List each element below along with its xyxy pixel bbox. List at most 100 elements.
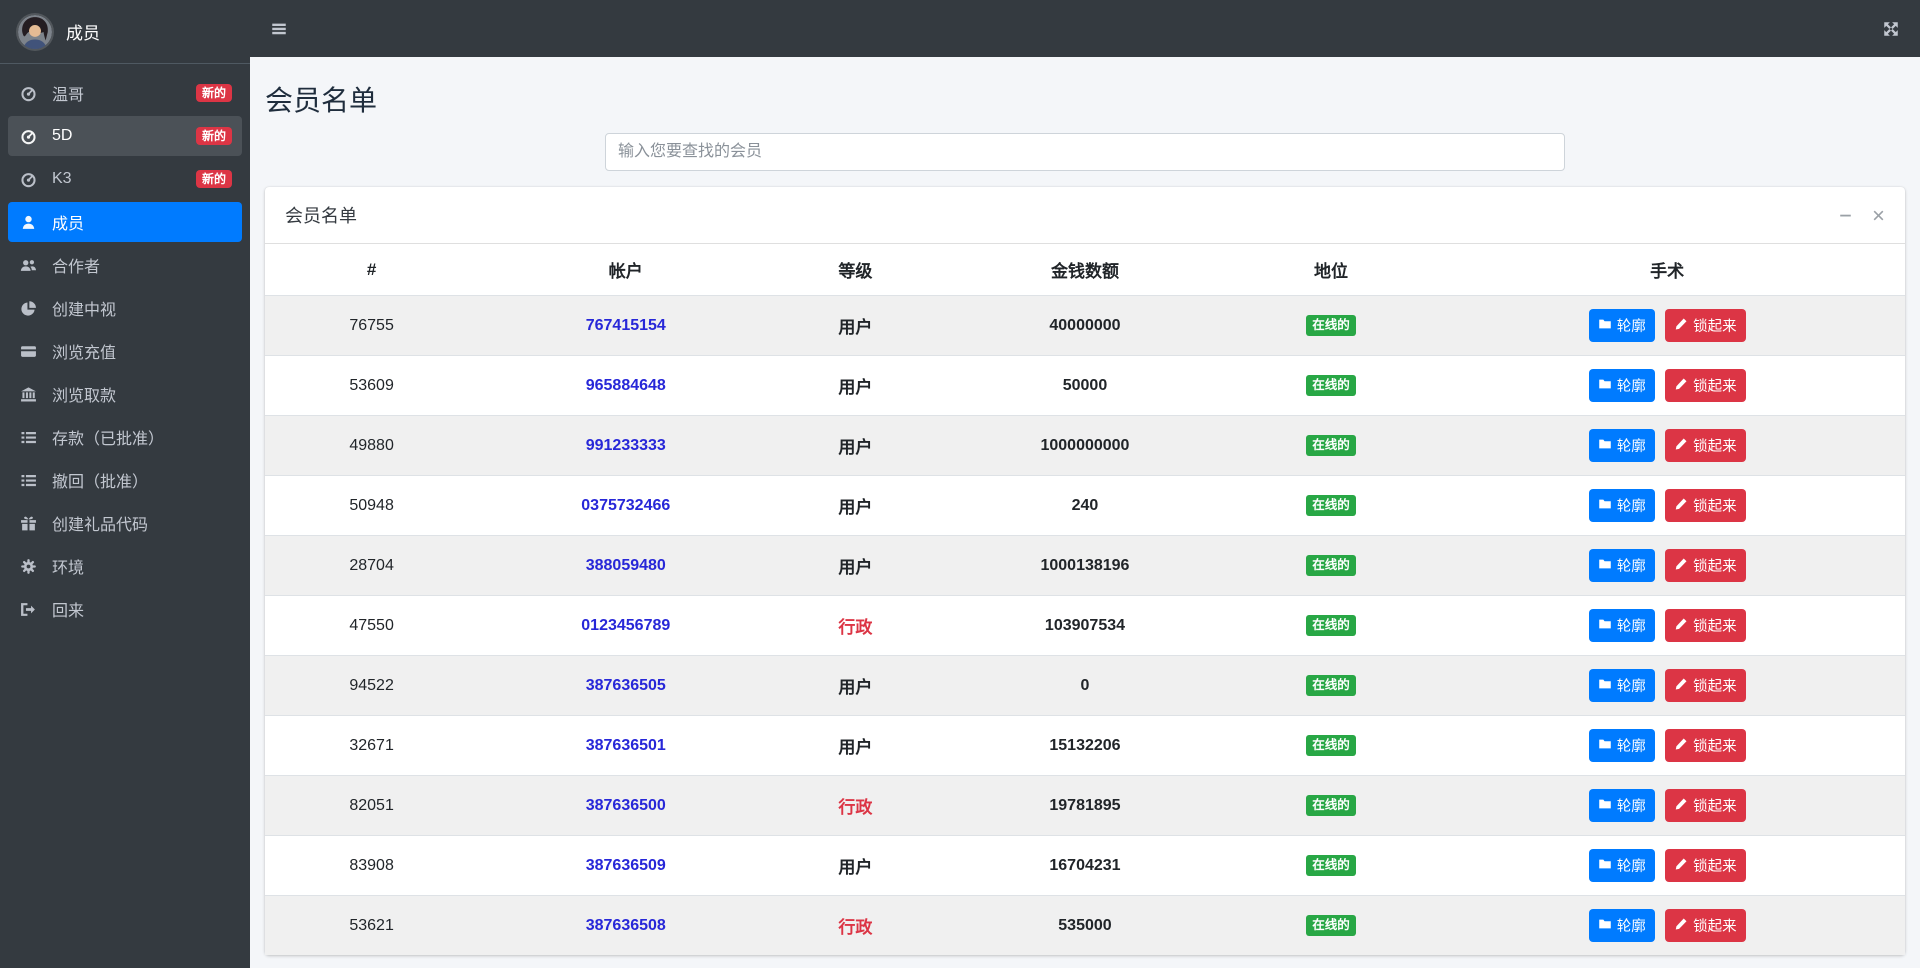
- member-level: 行政: [773, 895, 938, 955]
- folder-icon: [1598, 917, 1612, 935]
- account-link[interactable]: 387636505: [586, 677, 666, 694]
- pencil-icon: [1674, 617, 1688, 635]
- sidebar-brand[interactable]: 成员: [0, 0, 250, 64]
- sidebar-item-合作者[interactable]: 合作者: [8, 245, 242, 285]
- status-badge: 在线的: [1306, 615, 1356, 636]
- account-link[interactable]: 0375732466: [581, 497, 670, 514]
- account-link[interactable]: 0123456789: [581, 617, 670, 634]
- profile-button[interactable]: 轮廓: [1588, 609, 1655, 642]
- hamburger-menu-icon[interactable]: [270, 20, 288, 38]
- new-badge: 新的: [195, 170, 232, 188]
- profile-button[interactable]: 轮廓: [1588, 309, 1655, 342]
- lock-button[interactable]: 锁起来: [1665, 729, 1746, 762]
- member-table: # 帐户 等级 金钱数额 地位 手术 76755 767415154 用户 40…: [265, 244, 1905, 955]
- lock-button[interactable]: 锁起来: [1665, 849, 1746, 882]
- minimize-icon[interactable]: [1839, 209, 1852, 222]
- sidebar-item-存款（已批准）[interactable]: 存款（已批准）: [8, 417, 242, 457]
- member-amount: 535000: [937, 895, 1233, 955]
- sidebar-item-温哥[interactable]: 温哥 新的: [8, 73, 242, 113]
- lock-button[interactable]: 锁起来: [1665, 369, 1746, 402]
- sidebar-item-浏览充值[interactable]: 浏览充值: [8, 331, 242, 371]
- bank-icon: [18, 386, 39, 403]
- status-badge: 在线的: [1306, 315, 1356, 336]
- member-level: 用户: [773, 355, 938, 416]
- new-badge: 新的: [195, 84, 232, 102]
- lock-button[interactable]: 锁起来: [1665, 669, 1746, 702]
- profile-button[interactable]: 轮廓: [1588, 549, 1655, 582]
- member-level: 用户: [773, 475, 938, 536]
- status-badge: 在线的: [1306, 795, 1356, 816]
- account-link[interactable]: 767415154: [586, 317, 666, 334]
- sidebar-item-K3[interactable]: K3 新的: [8, 159, 242, 199]
- member-search-input[interactable]: [605, 133, 1565, 171]
- list-icon: [18, 472, 39, 489]
- profile-button[interactable]: 轮廓: [1588, 669, 1655, 702]
- member-id: 28704: [265, 535, 479, 596]
- table-row: 76755 767415154 用户 40000000 在线的 轮廓 锁起来: [265, 295, 1905, 356]
- table-row: 94522 387636505 用户 0 在线的 轮廓 锁起来: [265, 655, 1905, 716]
- page-title: 会员名单: [265, 85, 378, 116]
- credit-card-icon: [18, 343, 39, 360]
- sidebar-item-创建礼品代码[interactable]: 创建礼品代码: [8, 503, 242, 543]
- member-amount: 15132206: [937, 715, 1233, 776]
- profile-button[interactable]: 轮廓: [1588, 429, 1655, 462]
- sidebar-item-浏览取款[interactable]: 浏览取款: [8, 374, 242, 414]
- account-link[interactable]: 387636501: [586, 737, 666, 754]
- table-row: 53609 965884648 用户 50000 在线的 轮廓 锁起来: [265, 355, 1905, 416]
- account-link[interactable]: 965884648: [586, 377, 666, 394]
- new-badge: 新的: [195, 127, 232, 145]
- folder-icon: [1598, 617, 1612, 635]
- account-link[interactable]: 387636500: [586, 797, 666, 814]
- sidebar: 成员 温哥 新的 5D 新的 K3 新的 成员 合作者 创建中视 浏览充值 浏览…: [0, 0, 250, 968]
- fullscreen-expand-icon[interactable]: [1882, 20, 1900, 38]
- account-link[interactable]: 387636509: [586, 857, 666, 874]
- member-table-body: 76755 767415154 用户 40000000 在线的 轮廓 锁起来 5…: [265, 295, 1905, 955]
- close-icon[interactable]: [1872, 209, 1885, 222]
- profile-button[interactable]: 轮廓: [1588, 849, 1655, 882]
- table-header-row: # 帐户 等级 金钱数额 地位 手术: [265, 244, 1905, 296]
- profile-button[interactable]: 轮廓: [1588, 909, 1655, 942]
- account-link[interactable]: 388059480: [586, 557, 666, 574]
- sidebar-item-撤回（批准）[interactable]: 撤回（批准）: [8, 460, 242, 500]
- profile-button[interactable]: 轮廓: [1588, 489, 1655, 522]
- member-level: 用户: [773, 835, 938, 896]
- member-id: 53621: [265, 895, 479, 955]
- header-status: 地位: [1313, 262, 1348, 281]
- lock-button[interactable]: 锁起来: [1665, 609, 1746, 642]
- gear-icon: [18, 558, 39, 575]
- table-row: 49880 991233333 用户 1000000000 在线的 轮廓 锁起来: [265, 415, 1905, 476]
- sidebar-item-回来[interactable]: 回来: [8, 589, 242, 629]
- folder-icon: [1598, 377, 1612, 395]
- pencil-icon: [1674, 497, 1688, 515]
- lock-button[interactable]: 锁起来: [1665, 549, 1746, 582]
- sidebar-item-5D[interactable]: 5D 新的: [8, 116, 242, 156]
- profile-button[interactable]: 轮廓: [1588, 369, 1655, 402]
- folder-icon: [1598, 857, 1612, 875]
- status-badge: 在线的: [1306, 375, 1356, 396]
- member-amount: 1000000000: [937, 415, 1233, 476]
- pencil-icon: [1674, 377, 1688, 395]
- status-badge: 在线的: [1306, 555, 1356, 576]
- sidebar-item-成员[interactable]: 成员: [8, 202, 242, 242]
- table-row: 28704 388059480 用户 1000138196 在线的 轮廓 锁起来: [265, 535, 1905, 596]
- folder-icon: [1598, 677, 1612, 695]
- lock-button[interactable]: 锁起来: [1665, 309, 1746, 342]
- lock-button[interactable]: 锁起来: [1665, 909, 1746, 942]
- member-level: 行政: [773, 595, 938, 656]
- sidebar-item-环境[interactable]: 环境: [8, 546, 242, 586]
- member-amount: 103907534: [937, 595, 1233, 656]
- lock-button[interactable]: 锁起来: [1665, 789, 1746, 822]
- lock-button[interactable]: 锁起来: [1665, 429, 1746, 462]
- pencil-icon: [1674, 797, 1688, 815]
- status-badge: 在线的: [1306, 675, 1356, 696]
- account-link[interactable]: 387636508: [586, 917, 666, 934]
- table-row: 32671 387636501 用户 15132206 在线的 轮廓 锁起来: [265, 715, 1905, 776]
- tachometer-icon: [18, 128, 39, 145]
- sidebar-item-创建中视[interactable]: 创建中视: [8, 288, 242, 328]
- account-link[interactable]: 991233333: [586, 437, 666, 454]
- profile-button[interactable]: 轮廓: [1588, 789, 1655, 822]
- status-badge: 在线的: [1306, 855, 1356, 876]
- member-level: 用户: [773, 715, 938, 776]
- lock-button[interactable]: 锁起来: [1665, 489, 1746, 522]
- profile-button[interactable]: 轮廓: [1588, 729, 1655, 762]
